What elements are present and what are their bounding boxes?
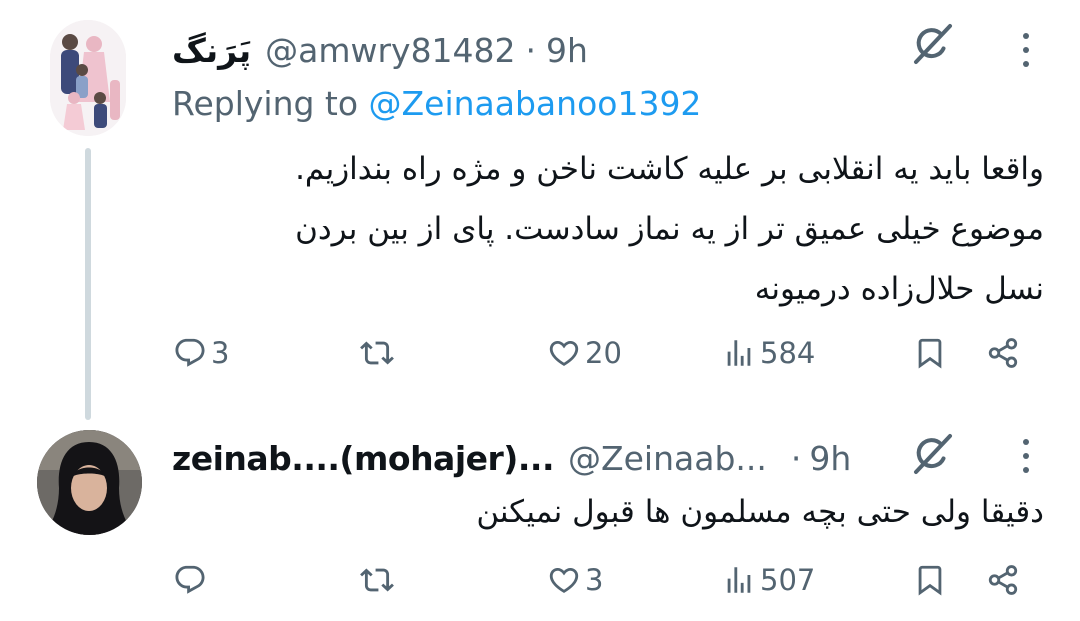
like-button[interactable]: 3 — [547, 555, 603, 605]
share-button[interactable] — [986, 328, 1020, 378]
bookmark-button[interactable] — [913, 555, 947, 605]
avatar[interactable] — [50, 20, 126, 136]
retweet-icon — [360, 336, 394, 370]
retweet-icon — [360, 563, 394, 597]
avatar[interactable] — [37, 430, 142, 535]
timestamp[interactable]: 9h — [546, 31, 588, 70]
reply-icon — [173, 336, 207, 370]
tweet-text-line: واقعا باید یه انقلابی بر علیه کاشت ناخن … — [295, 151, 1044, 187]
timestamp[interactable]: 9h — [809, 439, 851, 478]
profile-photo — [37, 430, 142, 535]
thread-line — [85, 148, 91, 420]
views-icon — [722, 336, 756, 370]
grok-icon[interactable] — [908, 430, 956, 478]
heart-icon — [547, 563, 581, 597]
heart-icon — [547, 336, 581, 370]
reply-button[interactable]: 3 — [173, 328, 229, 378]
tweet[interactable]: zeinab....(mohajer)... @Zeinaab... · 9h … — [0, 410, 1080, 621]
display-name[interactable]: پَرَنگ — [172, 31, 252, 70]
tweet-text-line: دقیقا ولی حتی بچه مسلمون ها قبول نمیکنن — [476, 494, 1044, 530]
views-button[interactable]: 584 — [722, 328, 815, 378]
handle[interactable]: @Zeinaab... — [568, 439, 767, 478]
views-button[interactable]: 507 — [722, 555, 815, 605]
bookmark-icon — [913, 336, 947, 370]
share-icon — [986, 336, 1020, 370]
more-icon[interactable] — [1020, 30, 1032, 70]
grok-icon[interactable] — [908, 20, 956, 68]
like-count: 3 — [585, 563, 604, 597]
mention-link[interactable]: @Zeinaabanoo1392 — [369, 84, 702, 123]
family-illustration — [50, 20, 126, 136]
separator: · — [790, 438, 802, 478]
action-bar: 3 507 — [0, 555, 1080, 605]
reply-count: 3 — [211, 336, 230, 370]
bookmark-icon — [913, 563, 947, 597]
like-count: 20 — [585, 336, 622, 370]
more-icon[interactable] — [1020, 436, 1032, 476]
display-name[interactable]: zeinab....(mohajer)... — [172, 439, 555, 478]
tweet[interactable]: پَرَنگ @amwry81482 · 9h Replying to @Zei… — [0, 0, 1080, 420]
retweet-button[interactable] — [360, 328, 398, 378]
replying-label: Replying to — [172, 84, 369, 123]
separator: · — [525, 30, 537, 70]
view-count: 584 — [760, 336, 816, 370]
retweet-button[interactable] — [360, 555, 398, 605]
like-button[interactable]: 20 — [547, 328, 622, 378]
tweet-text: واقعا باید یه انقلابی بر علیه کاشت ناخن … — [295, 139, 1044, 319]
reply-button[interactable] — [173, 555, 211, 605]
tweet-header: پَرَنگ @amwry81482 · 9h — [172, 30, 588, 70]
replying-to: Replying to @Zeinaabanoo1392 — [172, 84, 701, 123]
tweet-text-line: نسل حلال‌زاده درمیونه — [754, 271, 1044, 307]
view-count: 507 — [760, 563, 816, 597]
share-icon — [986, 563, 1020, 597]
tweet-header: zeinab....(mohajer)... @Zeinaab... · 9h — [172, 438, 851, 478]
handle[interactable]: @amwry81482 — [265, 31, 515, 70]
share-button[interactable] — [986, 555, 1020, 605]
tweet-text-line: موضوع خیلی عمیق تر از یه نماز سادست. پای… — [295, 211, 1044, 247]
reply-icon — [173, 563, 207, 597]
action-bar: 3 20 584 — [0, 328, 1080, 378]
bookmark-button[interactable] — [913, 328, 947, 378]
views-icon — [722, 563, 756, 597]
tweet-text: دقیقا ولی حتی بچه مسلمون ها قبول نمیکنن — [476, 482, 1044, 542]
